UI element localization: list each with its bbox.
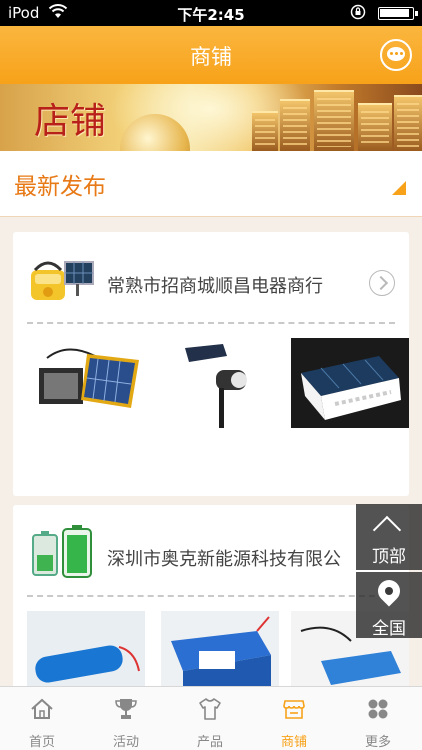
banner-carousel[interactable]: 店铺 (0, 84, 422, 151)
tab-shops[interactable]: 商铺 (252, 687, 336, 750)
tab-label: 商铺 (280, 735, 307, 750)
product-image-spotlight[interactable] (161, 338, 279, 428)
nationwide-button[interactable]: 全国 (356, 572, 422, 639)
page-title: 商铺 (190, 45, 232, 69)
tab-products[interactable]: 产品 (168, 687, 252, 750)
back-to-top-button[interactable]: 顶部 (356, 504, 422, 570)
shop-card[interactable]: 常熟市招商城顺昌电器商行 (13, 232, 409, 496)
chat-button[interactable] (380, 39, 412, 71)
shop-card[interactable]: 深圳市奥克新能源科技有限公 (13, 505, 409, 701)
product-image-wall-light[interactable] (291, 338, 409, 428)
location-pin-icon (373, 575, 405, 607)
chevron-up-icon (372, 515, 402, 545)
home-icon (31, 698, 53, 719)
more-icon (368, 699, 388, 719)
tab-label: 更多 (364, 735, 391, 750)
tab-bar: 首页 活动 产品 商铺 更多 (0, 686, 422, 750)
nav-bar: 商铺 (0, 26, 422, 84)
shop-card-header[interactable]: 常熟市招商城顺昌电器商行 (27, 232, 395, 324)
shop-card-header[interactable]: 深圳市奥克新能源科技有限公 (27, 505, 395, 597)
product-row (27, 324, 409, 444)
tab-label: 首页 (28, 735, 55, 750)
product-image-floodlight[interactable] (27, 338, 145, 428)
tab-activity[interactable]: 活动 (84, 687, 168, 750)
chevron-right-icon[interactable] (369, 270, 395, 296)
tab-home[interactable]: 首页 (0, 687, 84, 750)
shop-logo (32, 525, 92, 578)
section-title: 最新发布 (14, 174, 106, 200)
battery-icon (378, 7, 418, 20)
tab-label: 活动 (112, 735, 139, 750)
buildings-graphic (252, 90, 422, 151)
banner-title: 店铺 (34, 101, 107, 142)
chat-bubble-icon (387, 47, 405, 61)
tab-more[interactable]: 更多 (336, 687, 420, 750)
nationwide-label: 全国 (372, 619, 406, 639)
rotation-lock-icon (350, 4, 366, 20)
tab-label: 产品 (196, 735, 223, 750)
shop-logo (31, 261, 94, 300)
shop-name[interactable]: 常熟市招商城顺昌电器商行 (107, 272, 323, 298)
trophy-icon (115, 699, 137, 719)
back-to-top-label: 顶部 (372, 547, 406, 567)
shirt-icon (199, 698, 221, 720)
section-header: 最新发布 (0, 151, 422, 217)
status-bar: iPod 下午2:45 (0, 0, 422, 26)
corner-triangle-icon (392, 181, 406, 195)
shop-icon (283, 700, 305, 719)
shop-name[interactable]: 深圳市奥克新能源科技有限公 (107, 545, 341, 571)
